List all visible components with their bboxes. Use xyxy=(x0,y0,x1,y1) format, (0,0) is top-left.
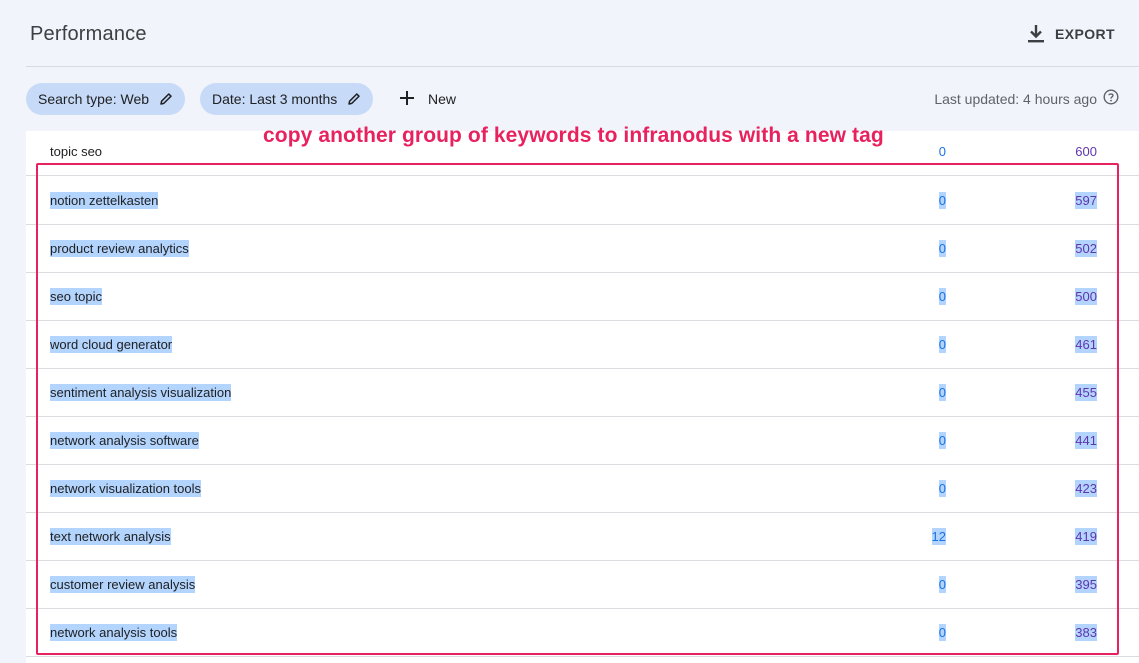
clicks-value: 0 xyxy=(938,384,946,401)
query-keyword: network analysis software xyxy=(50,432,199,449)
query-keyword: word cloud generator xyxy=(50,336,173,353)
impressions-value: 500 xyxy=(1075,288,1097,305)
query-keyword: sentiment analysis visualization xyxy=(50,384,232,401)
clicks-value: 0 xyxy=(938,576,946,593)
impressions-value: 423 xyxy=(1075,480,1097,497)
query-keyword: text network analysis xyxy=(50,528,171,545)
impressions-value: 441 xyxy=(1075,432,1097,449)
annotation-text: copy another group of keywords to infran… xyxy=(263,124,884,147)
export-label: EXPORT xyxy=(1055,26,1115,42)
table-row[interactable]: sentiment analysis visualization 0 455 xyxy=(26,369,1139,417)
table-row[interactable]: seo topic 0 500 xyxy=(26,273,1139,321)
impressions-value: 600 xyxy=(1075,144,1097,159)
queries-table: topic seo 0 600 notion zettelkasten 0 597 prod… xyxy=(26,131,1139,663)
search-type-filter-chip[interactable]: Search type: Web xyxy=(26,83,186,115)
search-type-label: Search type: Web xyxy=(38,91,150,107)
clicks-value: 0 xyxy=(938,624,946,641)
impressions-value: 502 xyxy=(1075,240,1097,257)
impressions-value: 455 xyxy=(1075,384,1097,401)
clicks-value: 0 xyxy=(938,144,946,159)
clicks-value: 0 xyxy=(938,480,946,497)
help-circle-icon[interactable] xyxy=(1103,89,1119,108)
page-title: Performance xyxy=(30,23,147,45)
clicks-value: 12 xyxy=(931,528,946,545)
date-filter-chip[interactable]: Date: Last 3 months xyxy=(200,83,374,115)
table-row[interactable]: network analysis software 0 441 xyxy=(26,417,1139,465)
query-keyword: notion zettelkasten xyxy=(50,192,159,209)
download-icon xyxy=(1027,24,1045,44)
impressions-value: 461 xyxy=(1075,336,1097,353)
table-row[interactable]: customer review analysis 0 395 xyxy=(26,561,1139,609)
last-updated-text: Last updated: 4 hours ago xyxy=(934,90,1097,107)
table-row[interactable]: product review analytics 0 502 xyxy=(26,225,1139,273)
impressions-value: 395 xyxy=(1075,576,1097,593)
query-keyword: customer review analysis xyxy=(50,576,196,593)
pencil-icon[interactable] xyxy=(159,92,173,106)
export-button[interactable]: EXPORT xyxy=(1027,22,1115,46)
impressions-value: 383 xyxy=(1075,624,1097,641)
page-header: Performance EXPORT xyxy=(26,0,1139,67)
table-row[interactable]: text network analysis 12 419 xyxy=(26,513,1139,561)
new-filter-button[interactable]: New xyxy=(399,83,456,115)
query-keyword: seo topic xyxy=(50,288,103,305)
new-filter-label: New xyxy=(428,91,457,107)
impressions-value: 419 xyxy=(1075,528,1097,545)
query-keyword: topic seo xyxy=(50,144,103,159)
date-filter-label: Date: Last 3 months xyxy=(212,91,338,107)
table-row[interactable]: word cloud generator 0 461 xyxy=(26,321,1139,369)
query-keyword: network visualization tools xyxy=(50,480,202,497)
impressions-value: 597 xyxy=(1075,192,1097,209)
last-updated: Last updated: 4 hours ago xyxy=(934,89,1119,108)
clicks-value: 0 xyxy=(938,192,946,209)
pencil-icon[interactable] xyxy=(347,92,361,106)
table-row[interactable]: network visualization tools 0 423 xyxy=(26,465,1139,513)
clicks-value: 0 xyxy=(938,288,946,305)
table-row[interactable]: network analysis tools 0 383 xyxy=(26,609,1139,657)
table-row[interactable]: notion zettelkasten 0 597 xyxy=(26,177,1139,225)
plus-icon xyxy=(399,90,415,109)
clicks-value: 0 xyxy=(938,240,946,257)
clicks-value: 0 xyxy=(938,432,946,449)
query-keyword: network analysis tools xyxy=(50,624,178,641)
query-keyword: product review analytics xyxy=(50,240,189,257)
clicks-value: 0 xyxy=(938,336,946,353)
